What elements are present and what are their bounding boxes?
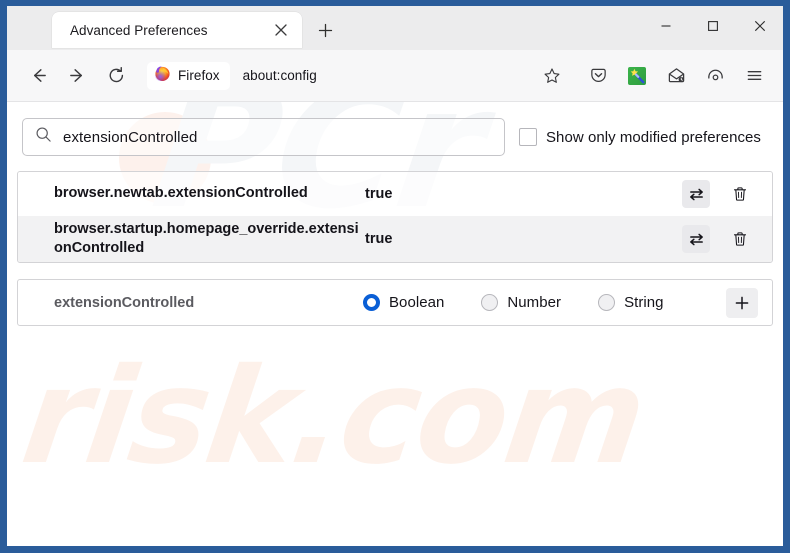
search-box[interactable] — [22, 118, 505, 156]
reload-icon[interactable] — [99, 59, 133, 93]
pref-actions — [682, 225, 762, 254]
toggle-icon[interactable] — [682, 180, 710, 208]
preferences-list: browser.newtab.extensionControlled true — [17, 171, 773, 264]
show-modified-label: Show only modified preferences — [546, 128, 761, 146]
window-close-button[interactable] — [736, 6, 783, 46]
radio-option-number[interactable]: Number — [481, 294, 562, 312]
trash-icon[interactable] — [726, 180, 754, 208]
window-maximize-button[interactable] — [689, 6, 736, 46]
radio-string-label: String — [624, 294, 664, 312]
hamburger-menu-icon[interactable] — [737, 59, 771, 93]
radio-number-circle[interactable] — [481, 294, 499, 312]
firefox-chip-label: Firefox — [178, 68, 220, 83]
browser-window: Advanced Preferences Firefox about:confi… — [0, 0, 790, 553]
address-bar[interactable]: Firefox about:config — [147, 59, 569, 93]
search-icon — [35, 126, 52, 148]
toggle-icon[interactable] — [682, 225, 710, 254]
tab-strip: Advanced Preferences — [7, 6, 783, 50]
add-preference-row: extensionControlled Boolean Number Strin… — [18, 280, 772, 325]
add-pref-name: extensionControlled — [54, 294, 195, 311]
back-icon[interactable] — [21, 59, 55, 93]
pref-name: browser.startup.homepage_override.extens… — [54, 221, 359, 257]
add-preference-container: extensionControlled Boolean Number Strin… — [17, 279, 773, 327]
table-row[interactable]: browser.newtab.extensionControlled true — [18, 172, 772, 216]
forward-icon[interactable] — [60, 59, 94, 93]
url-text: about:config — [242, 68, 317, 83]
pref-actions — [682, 180, 762, 208]
about-config-page: PCr risk.com — [7, 102, 783, 546]
pref-value: true — [365, 186, 393, 202]
mail-icon[interactable] — [659, 59, 693, 93]
radio-boolean-circle[interactable] — [363, 294, 380, 312]
new-tab-button[interactable] — [310, 15, 340, 45]
radio-number-label: Number — [507, 294, 562, 312]
table-row[interactable]: browser.startup.homepage_override.extens… — [18, 216, 772, 263]
tab-title: Advanced Preferences — [70, 22, 208, 38]
tab-close-icon[interactable] — [270, 19, 292, 41]
pref-value: true — [365, 231, 393, 248]
extension-icon-box — [628, 66, 646, 85]
show-modified-checkbox[interactable] — [519, 128, 537, 146]
watermark-bottom-text: risk.com — [14, 340, 654, 494]
pref-type-options: Boolean Number String — [363, 294, 726, 312]
radio-boolean-label: Boolean — [389, 294, 445, 312]
star-icon[interactable] — [535, 59, 569, 93]
page-body: Show only modified preferences browser.n… — [7, 102, 783, 327]
pref-name: browser.newtab.extensionControlled — [54, 185, 308, 202]
extension-magic-wand-icon[interactable] — [620, 59, 654, 93]
search-row: Show only modified preferences — [17, 118, 773, 156]
radio-option-string[interactable]: String — [598, 294, 664, 312]
show-modified-toggle[interactable]: Show only modified preferences — [519, 128, 761, 146]
tab-advanced-preferences[interactable]: Advanced Preferences — [52, 12, 302, 48]
radio-string-circle[interactable] — [598, 294, 616, 312]
toolbar-right-actions — [581, 59, 771, 93]
urlbar-actions — [535, 59, 569, 93]
firefox-logo-icon — [154, 65, 171, 87]
window-minimize-button[interactable] — [642, 6, 689, 46]
trash-icon[interactable] — [726, 225, 754, 253]
browser-window-inner: Advanced Preferences Firefox about:confi… — [7, 6, 783, 546]
search-input[interactable] — [63, 128, 494, 146]
navigation-toolbar: Firefox about:config — [7, 50, 783, 102]
pocket-icon[interactable] — [581, 59, 615, 93]
account-icon[interactable] — [698, 59, 732, 93]
firefox-identity-chip[interactable]: Firefox — [147, 61, 230, 90]
window-controls — [642, 6, 783, 46]
tab-list: Advanced Preferences — [7, 6, 302, 50]
radio-option-boolean[interactable]: Boolean — [363, 294, 445, 312]
add-preference-button[interactable] — [726, 287, 758, 318]
